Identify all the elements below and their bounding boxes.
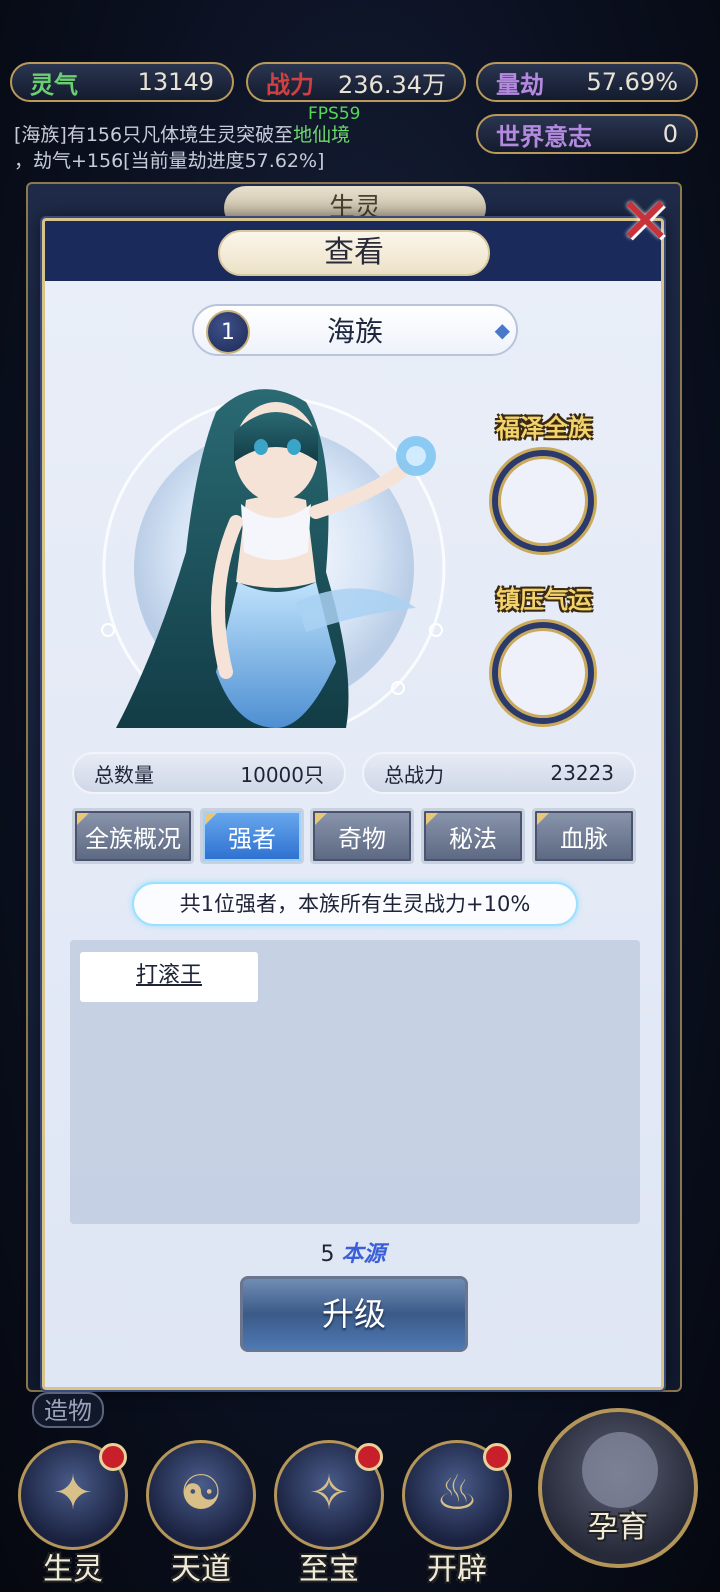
total-power-label: 总战力 <box>384 762 444 787</box>
fps-counter: FPS59 <box>308 104 361 124</box>
nav-heaven-label: 天道 <box>171 1552 231 1587</box>
tab-bloodline[interactable]: 血脉 <box>532 808 636 864</box>
log-line1: [海族]有156只凡体境生灵突破至 <box>14 124 294 146</box>
nav-spirit-label: 生灵 <box>43 1552 103 1587</box>
nurture-label: 孕育 <box>588 1510 648 1545</box>
shijie-value: 0 <box>662 120 678 148</box>
nurture-icon <box>582 1432 658 1508</box>
lingqi-value: 13149 <box>137 68 214 96</box>
total-power-value: 23223 <box>550 761 614 785</box>
tab-treasure[interactable]: 奇物 <box>310 808 414 864</box>
total-count-value: 10000只 <box>240 762 324 787</box>
nurture-button[interactable]: 孕育 <box>538 1408 698 1568</box>
strong-notice: 共1位强者，本族所有生灵战力+10% <box>132 882 578 926</box>
treasure-icon: ✧ <box>274 1440 384 1550</box>
lingqi-label: 灵气 <box>30 70 78 99</box>
race-next-arrow-icon[interactable]: ◆ <box>495 318 510 342</box>
nav-treasure[interactable]: ✧ 至宝 <box>274 1440 384 1590</box>
tab-strong[interactable]: 强者 <box>200 808 304 864</box>
tab-overview[interactable]: 全族概况 <box>72 808 194 864</box>
zhanli-label: 战力 <box>266 70 314 99</box>
nav-heaven[interactable]: ☯ 天道 <box>146 1440 256 1590</box>
race-name: 海族 <box>326 315 383 348</box>
nav-open-label: 开辟 <box>427 1552 487 1587</box>
notification-dot <box>355 1443 383 1471</box>
blessing-slot[interactable] <box>492 450 594 552</box>
zhanli-stat: 战力 236.34万 <box>246 62 466 102</box>
log-line2: ，劫气+156[当前量劫进度57.62%] <box>14 150 325 172</box>
flame-icon: ♨ <box>402 1440 512 1550</box>
race-index-badge: 1 <box>206 310 250 354</box>
upgrade-cost: 5 本源 <box>280 1236 426 1268</box>
upgrade-button[interactable]: 升级 <box>240 1276 468 1352</box>
race-selector[interactable]: 1 海族 ◆ <box>192 304 518 356</box>
shijie-stat: 世界意志 0 <box>476 114 698 154</box>
total-count-pill: 总数量 10000只 <box>72 752 346 794</box>
zaowu-button[interactable]: 造物 <box>32 1392 104 1428</box>
nav-open[interactable]: ♨ 开辟 <box>402 1440 512 1590</box>
dialog-title: 查看 <box>218 230 490 276</box>
total-count-label: 总数量 <box>94 762 154 787</box>
lingqi-stat: 灵气 13149 <box>10 62 234 102</box>
zhanli-value: 236.34万 <box>338 70 446 99</box>
notification-dot <box>483 1443 511 1471</box>
cost-amount: 5 <box>320 1242 335 1267</box>
notification-dot <box>99 1443 127 1471</box>
character-portrait <box>96 372 450 740</box>
nav-treasure-label: 至宝 <box>299 1552 359 1587</box>
liangjie-value: 57.69% <box>586 68 678 96</box>
shijie-label: 世界意志 <box>496 122 592 151</box>
nav-spirit[interactable]: ✦ 生灵 <box>18 1440 128 1590</box>
event-log: [海族]有156只凡体境生灵突破至地仙境 ，劫气+156[当前量劫进度57.62… <box>14 122 444 174</box>
log-highlight: 地仙境 <box>293 124 351 146</box>
spirit-icon: ✦ <box>18 1440 128 1550</box>
total-power-pill: 总战力 23223 <box>362 752 636 794</box>
liangjie-label: 量劫 <box>496 70 544 99</box>
suppress-label: 镇压气运 <box>496 586 592 614</box>
suppress-slot[interactable] <box>492 622 594 724</box>
close-icon[interactable]: ✕ <box>610 190 680 260</box>
swirl-icon: ☯ <box>146 1440 256 1550</box>
blessing-label: 福泽全族 <box>496 414 592 442</box>
tab-secret-art[interactable]: 秘法 <box>421 808 525 864</box>
liangjie-stat: 量劫 57.69% <box>476 62 698 102</box>
cost-resource: 本源 <box>341 1242 386 1267</box>
list-item[interactable]: 打滚王 <box>80 952 258 1002</box>
